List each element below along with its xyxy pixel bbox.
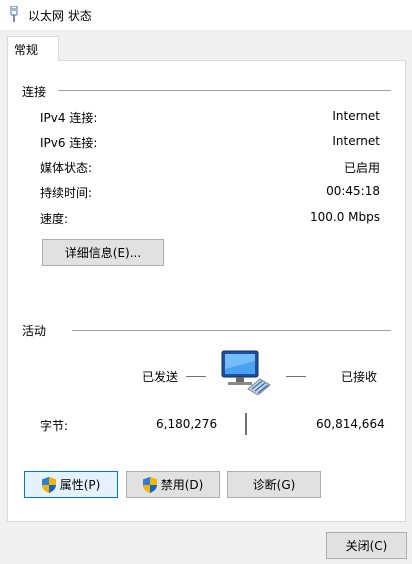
title-bar: 以太网 状态 <box>0 0 412 30</box>
sent-dash <box>186 376 206 377</box>
activity-separator <box>245 413 247 435</box>
network-adapter-icon <box>10 6 18 22</box>
connection-divider <box>58 90 391 91</box>
bytes-received-value: 60,814,664 <box>316 417 385 431</box>
ipv4-label: IPv4 连接: <box>40 111 98 125</box>
properties-button-label: 属性(P) <box>59 478 101 492</box>
network-computer-icon <box>221 350 271 395</box>
ipv4-value: Internet <box>332 109 380 123</box>
details-button[interactable]: 详细信息(E)... <box>42 239 164 266</box>
media-state-value: 已启用 <box>343 161 380 175</box>
speed-value: 100.0 Mbps <box>309 210 380 224</box>
received-dash <box>286 376 306 377</box>
properties-button[interactable]: 属性(P) <box>24 471 118 498</box>
close-button[interactable]: 关闭(C) <box>326 532 407 559</box>
sent-label: 已发送 <box>142 370 179 384</box>
disable-button-label: 禁用(D) <box>160 478 204 492</box>
uac-shield-icon <box>41 476 56 493</box>
window-title: 以太网 状态 <box>28 9 92 23</box>
activity-heading: 活动 <box>22 324 47 338</box>
media-state-label: 媒体状态: <box>40 161 93 175</box>
activity-divider <box>72 330 391 331</box>
tab-general[interactable]: 常规 <box>7 36 59 61</box>
bytes-label: 字节: <box>40 419 69 433</box>
ipv6-value: Internet <box>332 134 380 148</box>
duration-value: 00:45:18 <box>326 184 380 198</box>
speed-label: 速度: <box>40 212 69 226</box>
received-label: 已接收 <box>341 370 378 384</box>
disable-button[interactable]: 禁用(D) <box>126 471 220 498</box>
duration-label: 持续时间: <box>40 186 93 200</box>
diagnose-button[interactable]: 诊断(G) <box>227 471 321 498</box>
ipv6-label: IPv6 连接: <box>40 136 98 150</box>
bytes-sent-value: 6,180,276 <box>156 417 218 431</box>
tab-panel <box>7 60 406 522</box>
connection-heading: 连接 <box>22 85 47 99</box>
uac-shield-icon <box>142 476 157 493</box>
